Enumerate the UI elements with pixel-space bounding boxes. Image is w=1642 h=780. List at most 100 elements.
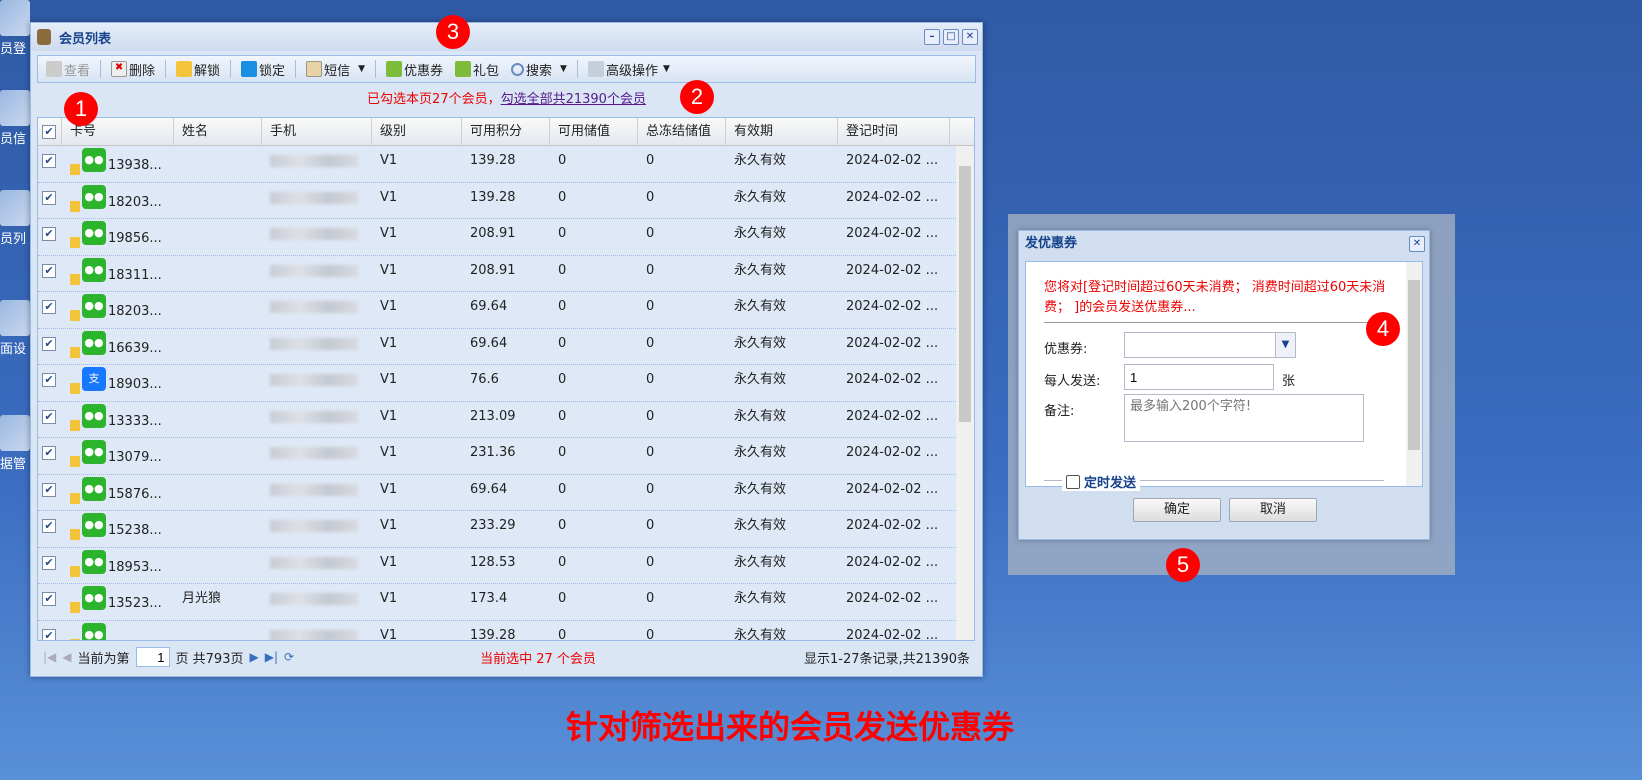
name-cell <box>174 511 262 547</box>
page-input[interactable] <box>135 647 170 667</box>
row-checkbox[interactable]: ✔ <box>38 621 62 640</box>
table-row[interactable]: ✔ ●● 18311... V1 208.91 0 0 永久有效 2024-02-… <box>38 255 974 292</box>
delete-button[interactable]: ✖ 删除 <box>107 60 159 79</box>
dialog-scrollbar[interactable] <box>1406 262 1422 486</box>
maximize-icon[interactable]: □ <box>943 29 959 45</box>
vertical-scrollbar[interactable] <box>956 146 974 640</box>
row-checkbox[interactable]: ✔ <box>38 438 62 474</box>
table-row[interactable]: ✔ ●● 13333... V1 213.09 0 0 永久有效 2024-02-… <box>38 401 974 438</box>
validity-cell: 永久有效 <box>734 445 787 460</box>
column-header[interactable]: 可用储值 <box>550 118 638 145</box>
confirm-button[interactable]: 确定 <box>1133 498 1221 522</box>
phone-cell-blurred <box>262 146 372 182</box>
row-checkbox[interactable]: ✔ <box>38 256 62 292</box>
row-checkbox[interactable]: ✔ <box>38 511 62 547</box>
frozen-cell: 0 <box>646 189 655 205</box>
column-header[interactable]: 可用积分 <box>462 118 550 145</box>
level-cell: V1 <box>380 445 398 460</box>
row-checkbox[interactable]: ✔ <box>38 584 62 620</box>
column-header[interactable]: 有效期 <box>726 118 838 145</box>
table-row[interactable]: ✔ ●● 16639... V1 69.64 0 0 永久有效 2024-02-0… <box>38 328 974 365</box>
column-header[interactable]: 手机 <box>262 118 372 145</box>
view-button[interactable]: 查看 <box>42 60 94 79</box>
frozen-cell: 0 <box>646 554 655 570</box>
table-row[interactable]: ✔ ●● 13938... V1 139.28 0 0 永久有效 2024-02-… <box>38 146 974 183</box>
search-icon <box>511 62 525 76</box>
lock-icon <box>70 565 80 577</box>
level-cell: V1 <box>380 591 398 606</box>
row-checkbox[interactable]: ✔ <box>38 402 62 438</box>
desktop-icon-image <box>0 190 30 226</box>
advanced-button[interactable]: 高级操作 ▼ <box>584 60 674 79</box>
minimize-icon[interactable]: – <box>924 29 940 45</box>
level-cell: V1 <box>380 299 398 314</box>
coupon-button[interactable]: 优惠券 <box>382 60 447 79</box>
table-row[interactable]: ✔ ●● 15238... V1 233.29 0 0 永久有效 2024-02-… <box>38 511 974 548</box>
card-cell: ●● 13079... <box>62 438 174 474</box>
per-person-input[interactable] <box>1124 364 1274 390</box>
table-row[interactable]: ✔ ●● 13079... V1 231.36 0 0 永久有效 2024-02-… <box>38 438 974 475</box>
row-checkbox[interactable]: ✔ <box>38 219 62 255</box>
wechat-icon: ●● <box>82 148 106 172</box>
close-icon[interactable]: ✕ <box>1409 236 1425 252</box>
table-row[interactable]: ✔ ●● 18953... V1 128.53 0 0 永久有效 2024-02-… <box>38 547 974 584</box>
column-header[interactable]: 总冻结储值 <box>638 118 726 145</box>
desktop-icon[interactable]: 员列 <box>0 190 32 250</box>
scheduled-send-toggle[interactable]: 定时发送 <box>1062 472 1141 491</box>
scrollbar-thumb[interactable] <box>1408 280 1420 450</box>
next-page-icon[interactable]: ▶ <box>249 650 258 664</box>
row-checkbox[interactable]: ✔ <box>38 365 62 401</box>
refresh-icon[interactable]: ⟳ <box>284 650 294 664</box>
card-cell: ●● 16639... <box>62 329 174 365</box>
window-titlebar[interactable]: 会员列表 – □ ✕ <box>31 23 982 51</box>
desktop-icon[interactable]: 员登 <box>0 0 32 60</box>
sms-button[interactable]: 短信 ▼ <box>302 60 369 79</box>
gift-button[interactable]: 礼包 <box>451 60 503 79</box>
row-checkbox[interactable]: ✔ <box>38 146 62 182</box>
table-row[interactable]: ✔ ●● 18203... V1 69.64 0 0 永久有效 2024-02-0… <box>38 292 974 329</box>
lock-icon <box>70 310 80 321</box>
table-row[interactable]: ✔ ●● 15876... V1 69.64 0 0 永久有效 2024-02-0… <box>38 474 974 511</box>
divider <box>375 60 376 78</box>
row-checkbox[interactable]: ✔ <box>38 548 62 584</box>
search-button[interactable]: 搜索 ▼ <box>507 60 571 79</box>
table-row[interactable]: ✔ ●● 19856... V1 208.91 0 0 永久有效 2024-02-… <box>38 219 974 256</box>
coupon-select[interactable]: ▼ <box>1124 332 1296 358</box>
column-header[interactable]: 登记时间 <box>838 118 950 145</box>
table-row[interactable]: ✔ ●● 13523... 月光狼 V1 173.4 0 0 永久有效 2024-… <box>38 584 974 621</box>
row-checkbox[interactable]: ✔ <box>38 292 62 328</box>
column-header[interactable]: 姓名 <box>174 118 262 145</box>
desktop-icon[interactable]: 据管 <box>0 415 32 475</box>
card-cell: ●● 13938... <box>62 146 174 182</box>
reg-time-cell: 2024-02-02 ... <box>846 591 939 606</box>
scrollbar-thumb[interactable] <box>959 166 971 422</box>
desktop-icon[interactable]: 员信 <box>0 90 32 150</box>
desktop-icon-image <box>0 0 30 36</box>
desktop-icon[interactable]: 面设 <box>0 300 32 360</box>
cancel-button[interactable]: 取消 <box>1229 498 1317 522</box>
card-number: 15876... <box>108 486 162 502</box>
per-person-unit: 张 <box>1282 374 1296 389</box>
card-number: 18203... <box>108 304 162 319</box>
prev-page-icon[interactable]: ◀ <box>62 650 71 664</box>
table-row[interactable]: ✔ 支 18903... V1 76.6 0 0 永久有效 2024-02-02 … <box>38 365 974 402</box>
close-icon[interactable]: ✕ <box>962 29 978 45</box>
chevron-down-icon[interactable]: ▼ <box>1275 333 1295 357</box>
row-checkbox[interactable]: ✔ <box>38 183 62 219</box>
lock-button[interactable]: 锁定 <box>237 60 289 79</box>
frozen-cell: 0 <box>646 627 655 641</box>
column-header[interactable]: 级别 <box>372 118 462 145</box>
select-all-checkbox[interactable]: ✔ <box>38 118 62 145</box>
unlock-button[interactable]: 解锁 <box>172 60 224 79</box>
remark-textarea[interactable] <box>1124 394 1364 442</box>
row-checkbox[interactable]: ✔ <box>38 475 62 511</box>
first-page-icon[interactable]: |◀ <box>43 650 56 664</box>
table-row[interactable]: ✔ ●● V1 139.28 0 0 永久有效 2024-02-02 ... <box>38 620 974 641</box>
table-row[interactable]: ✔ ●● 18203... V1 139.28 0 0 永久有效 2024-02-… <box>38 182 974 219</box>
last-page-icon[interactable]: ▶| <box>265 650 278 664</box>
chevron-down-icon[interactable]: ▼ <box>560 64 567 74</box>
scheduled-checkbox[interactable] <box>1066 474 1080 489</box>
chevron-down-icon[interactable]: ▼ <box>358 64 365 74</box>
select-all-link[interactable]: 勾选全部共21390个会员 <box>501 92 646 107</box>
row-checkbox[interactable]: ✔ <box>38 329 62 365</box>
